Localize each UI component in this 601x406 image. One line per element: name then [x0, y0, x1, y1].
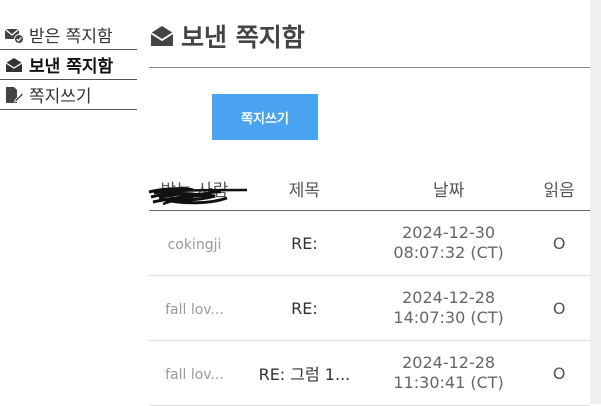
date-cell: 2024-12-28 14:07:30 (CT) — [368, 275, 529, 341]
open-envelope-icon — [5, 57, 23, 72]
read-status: O — [528, 340, 590, 406]
header-subject[interactable]: 제목 — [239, 166, 369, 211]
write-message-button[interactable]: 쪽지쓰기 — [212, 94, 318, 140]
date-cell: 2024-12-30 08:07:32 (CT) — [368, 210, 529, 276]
page-title: 보낸 쪽지함 — [149, 0, 590, 68]
main-content: 보낸 쪽지함 쪽지쓰기 받는 사람 제목 날짜 읽음 cokingji RE: — [148, 0, 590, 406]
recipient-cell[interactable]: fall lov... — [149, 188, 248, 341]
header-recipient[interactable]: 받는 사람 — [149, 166, 240, 211]
time-line: 08:07:32 (CT) — [393, 243, 504, 262]
recipient-name[interactable]: cokingji — [168, 237, 222, 253]
sidebar-item-label: 받은 쪽지함 — [29, 27, 113, 47]
sidebar-item-label: 쪽지쓰기 — [29, 87, 92, 107]
recipient-name[interactable]: fall lov... — [165, 367, 224, 383]
table-row[interactable]: fall lov... RE: 그럼 1... 2024-12-28 11:30… — [148, 187, 590, 406]
recipient-cell[interactable]: fall lov... — [148, 187, 240, 406]
subject-cell[interactable]: RE: 그럼 1... — [239, 340, 369, 406]
sidebar-item-inbox[interactable]: 받은 쪽지함 — [0, 20, 137, 50]
page-title-text: 보낸 쪽지함 — [181, 22, 305, 52]
header-read[interactable]: 읽음 — [528, 166, 590, 211]
open-envelope-icon — [150, 25, 174, 46]
time-line: 11:30:41 (CT) — [393, 373, 504, 392]
sidebar: 받은 쪽지함 보낸 쪽지함 쪽지쓰기 — [0, 20, 137, 110]
recipient-cell[interactable]: cokingji — [149, 192, 240, 276]
envelope-check-icon — [4, 28, 24, 44]
read-status: O — [528, 210, 590, 276]
sidebar-item-sent[interactable]: 보낸 쪽지함 — [0, 50, 137, 80]
recipient-name[interactable]: fall lov... — [165, 302, 224, 318]
subject-cell[interactable]: RE: — [239, 275, 369, 341]
vertical-scrollbar[interactable] — [590, 0, 601, 404]
table-header-row: 받는 사람 제목 날짜 읽음 — [149, 166, 590, 211]
table-row[interactable]: fall lov... RE: 2024-12-28 14:07:30 (CT)… — [149, 188, 590, 341]
header-date[interactable]: 날짜 — [368, 166, 529, 211]
sidebar-item-label: 보낸 쪽지함 — [29, 57, 114, 77]
date-line: 2024-12-28 — [402, 288, 496, 307]
subject-cell[interactable]: RE: — [239, 210, 369, 276]
sent-messages-table: 받는 사람 제목 날짜 읽음 cokingji RE: 2024-12-30 0… — [148, 166, 590, 406]
date-cell: 2024-12-28 11:30:41 (CT) — [368, 340, 529, 406]
sidebar-item-write[interactable]: 쪽지쓰기 — [0, 80, 137, 110]
date-line: 2024-12-28 — [402, 353, 496, 372]
file-edit-icon — [6, 86, 24, 103]
date-line: 2024-12-30 — [402, 223, 496, 242]
read-status: O — [528, 275, 590, 341]
time-line: 14:07:30 (CT) — [393, 308, 504, 327]
table-row[interactable]: cokingji RE: 2024-12-30 08:07:32 (CT) O — [149, 192, 590, 276]
